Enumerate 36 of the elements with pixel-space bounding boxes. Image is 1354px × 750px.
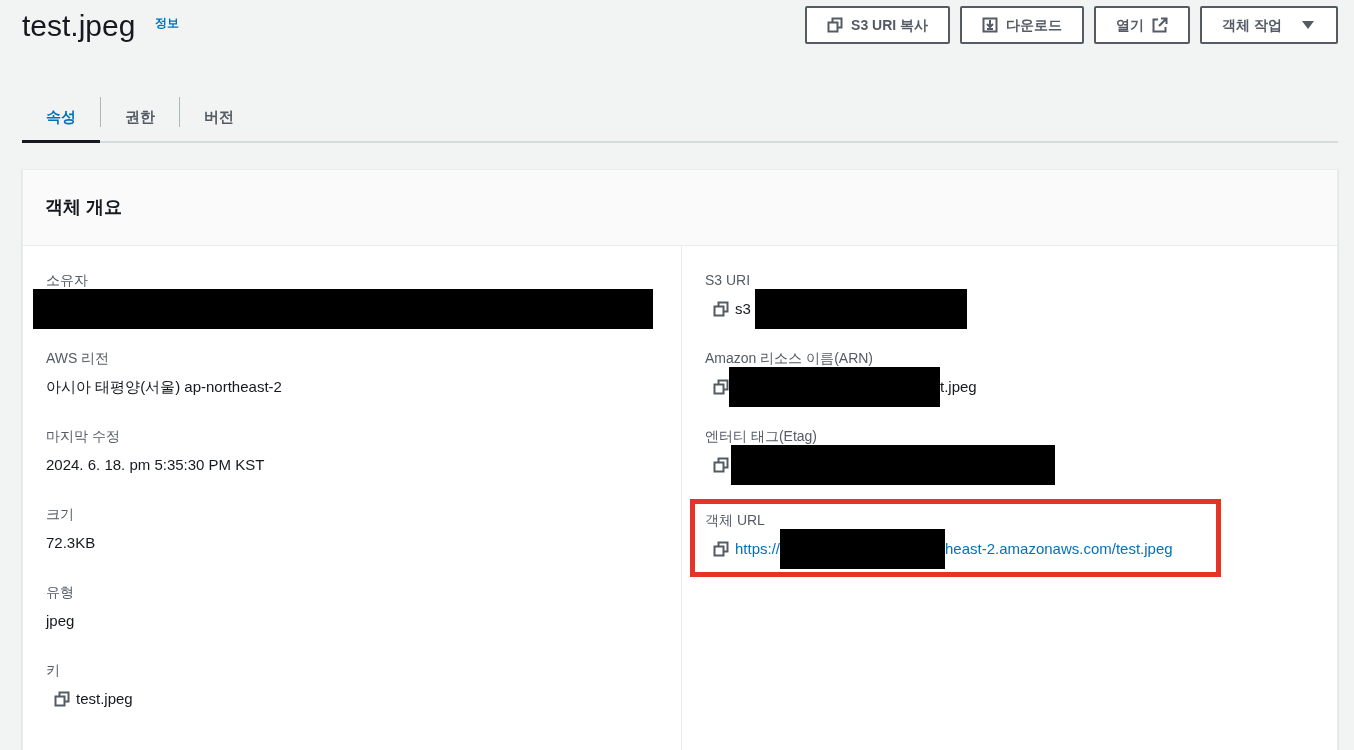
- info-link[interactable]: 정보: [155, 14, 180, 32]
- download-icon: [982, 17, 999, 33]
- field-label: 엔터티 태그(Etag): [705, 427, 818, 446]
- action-button[interactable]: 객체 작업: [1200, 6, 1338, 44]
- field-label: Amazon 리소스 이름(ARN): [705, 349, 875, 368]
- url-link[interactable]: heast-2.amazonaws.com/test.jpeg: [945, 538, 1173, 560]
- external-link-icon: [1152, 17, 1169, 33]
- action-button[interactable]: 다운로드: [960, 6, 1085, 44]
- action-button[interactable]: S3 URI 복사: [805, 6, 951, 44]
- field-label: AWS 리전: [46, 349, 111, 368]
- url-link[interactable]: https://: [735, 538, 781, 560]
- field-label: 유형: [46, 583, 75, 602]
- field-value: 2024. 6. 18. pm 5:35:30 PM KST: [46, 455, 265, 475]
- copy-icon: [713, 301, 729, 317]
- action-button[interactable]: 열기: [1094, 6, 1191, 44]
- page-title: test.jpeg: [22, 8, 136, 44]
- field-value: s3: [735, 299, 751, 319]
- field-value: 아시아 태평양(서울) ap-northeast-2: [46, 377, 282, 397]
- copy-icon: [713, 541, 729, 557]
- field-value: jpeg: [46, 611, 75, 631]
- field-value: 72.3KB: [46, 533, 96, 553]
- field-label: 마지막 수정: [46, 427, 121, 446]
- tab[interactable]: 권한: [101, 95, 179, 143]
- copy-icon: [827, 17, 844, 33]
- field-label: S3 URI: [705, 271, 752, 290]
- field-label: 키: [46, 661, 61, 680]
- field-label: 소유자: [46, 271, 89, 290]
- copy-icon: [713, 379, 729, 395]
- field-label: 크기: [46, 505, 75, 524]
- copy-icon: [713, 457, 729, 473]
- field-value: t.jpeg: [940, 377, 977, 397]
- field-label: 객체 URL: [705, 511, 766, 530]
- field-value: test.jpeg: [76, 689, 133, 709]
- copy-icon: [54, 691, 70, 707]
- card-header: 객체 개요: [23, 170, 1337, 246]
- tab[interactable]: 버전: [180, 95, 258, 143]
